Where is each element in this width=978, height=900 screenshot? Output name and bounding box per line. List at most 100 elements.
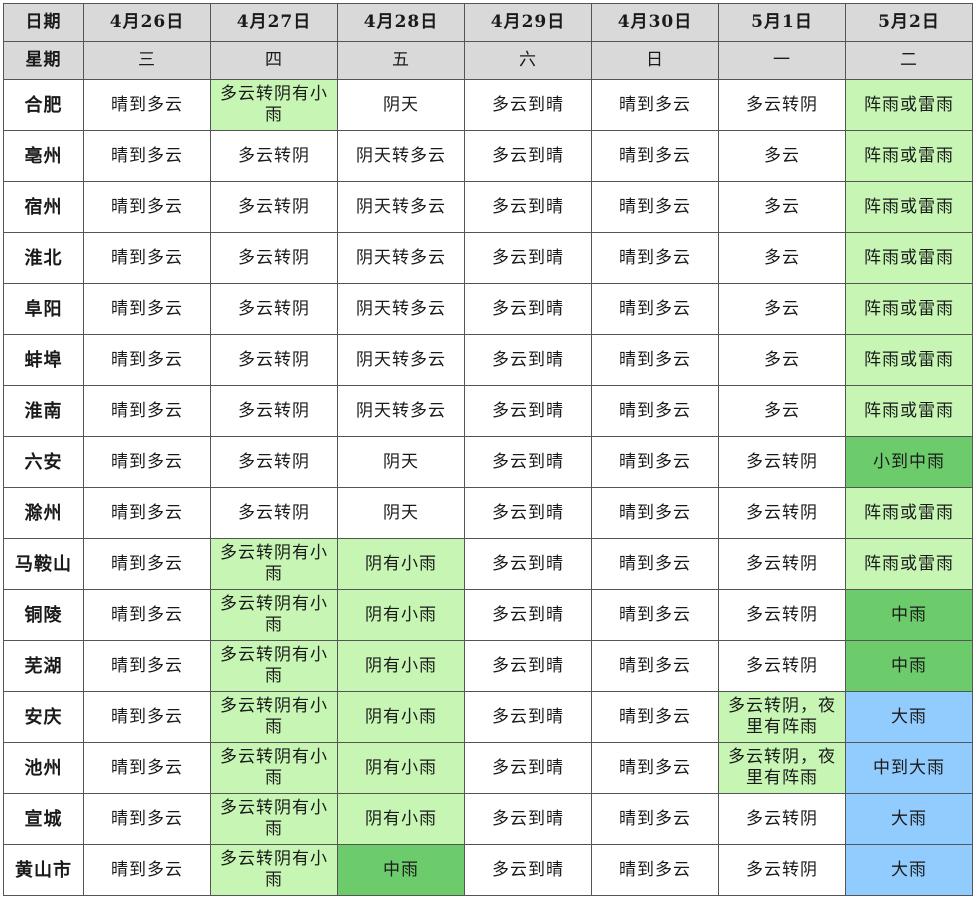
date-header-cell: 4月28日 bbox=[337, 3, 465, 42]
forecast-cell: 晴到多云 bbox=[591, 844, 719, 896]
forecast-cell: 多云转阴 bbox=[210, 436, 338, 488]
forecast-cell: 阴有小雨 bbox=[337, 589, 465, 641]
forecast-cell: 多云到晴 bbox=[464, 436, 592, 488]
city-name: 阜阳 bbox=[3, 283, 84, 335]
forecast-cell: 阴天 bbox=[337, 79, 465, 131]
forecast-cell: 晴到多云 bbox=[83, 793, 211, 845]
forecast-cell: 阵雨或雷雨 bbox=[845, 334, 973, 386]
forecast-cell: 晴到多云 bbox=[591, 742, 719, 794]
forecast-cell: 晴到多云 bbox=[591, 181, 719, 233]
forecast-cell: 阵雨或雷雨 bbox=[845, 232, 973, 284]
forecast-cell: 晴到多云 bbox=[591, 793, 719, 845]
forecast-cell: 晴到多云 bbox=[83, 487, 211, 539]
forecast-cell: 晴到多云 bbox=[83, 334, 211, 386]
forecast-cell: 多云转阴，夜里有阵雨 bbox=[718, 742, 846, 794]
forecast-cell: 大雨 bbox=[845, 793, 973, 845]
city-row: 宣城 晴到多云 多云转阴有小雨 阴有小雨 多云到晴 晴到多云 多云转阴 大雨 bbox=[3, 793, 973, 845]
weekday-header-cell: 三 bbox=[83, 41, 211, 80]
date-row-label: 日期 bbox=[3, 3, 84, 42]
forecast-cell: 晴到多云 bbox=[83, 79, 211, 131]
forecast-cell: 小到中雨 bbox=[845, 436, 973, 488]
weekday-row-label: 星期 bbox=[3, 41, 84, 80]
forecast-cell: 多云转阴 bbox=[718, 589, 846, 641]
city-name: 蚌埠 bbox=[3, 334, 84, 386]
forecast-cell: 晴到多云 bbox=[83, 181, 211, 233]
city-row: 合肥 晴到多云 多云转阴有小雨 阴天 多云到晴 晴到多云 多云转阴 阵雨或雷雨 bbox=[3, 79, 973, 131]
city-name: 马鞍山 bbox=[3, 538, 84, 590]
forecast-cell: 晴到多云 bbox=[83, 589, 211, 641]
forecast-cell: 大雨 bbox=[845, 844, 973, 896]
forecast-cell: 晴到多云 bbox=[83, 130, 211, 182]
city-name: 池州 bbox=[3, 742, 84, 794]
city-row: 马鞍山 晴到多云 多云转阴有小雨 阴有小雨 多云到晴 晴到多云 多云转阴 阵雨或雷雨 bbox=[3, 538, 973, 590]
forecast-cell: 多云转阴 bbox=[210, 385, 338, 437]
forecast-cell: 多云转阴 bbox=[718, 436, 846, 488]
forecast-cell: 多云 bbox=[718, 334, 846, 386]
weekday-header-cell: 五 bbox=[337, 41, 465, 80]
date-header-cell: 5月1日 bbox=[718, 3, 846, 42]
weather-forecast-table: 日期 4月26日 4月27日 4月28日 4月29日 4月30日 5月1日 5月… bbox=[3, 3, 973, 896]
forecast-cell: 大雨 bbox=[845, 691, 973, 743]
forecast-cell: 中雨 bbox=[845, 589, 973, 641]
forecast-cell: 晴到多云 bbox=[83, 232, 211, 284]
forecast-cell: 阴天转多云 bbox=[337, 181, 465, 233]
forecast-cell: 晴到多云 bbox=[83, 538, 211, 590]
forecast-cell: 多云到晴 bbox=[464, 742, 592, 794]
weekday-header-cell: 二 bbox=[845, 41, 973, 80]
forecast-cell: 多云转阴 bbox=[718, 487, 846, 539]
city-row: 宿州 晴到多云 多云转阴 阴天转多云 多云到晴 晴到多云 多云 阵雨或雷雨 bbox=[3, 181, 973, 233]
forecast-cell: 晴到多云 bbox=[591, 283, 719, 335]
forecast-table-body: 日期 4月26日 4月27日 4月28日 4月29日 4月30日 5月1日 5月… bbox=[3, 3, 973, 896]
forecast-cell: 多云转阴 bbox=[210, 283, 338, 335]
city-row: 阜阳 晴到多云 多云转阴 阴天转多云 多云到晴 晴到多云 多云 阵雨或雷雨 bbox=[3, 283, 973, 335]
city-row: 六安 晴到多云 多云转阴 阴天 多云到晴 晴到多云 多云转阴 小到中雨 bbox=[3, 436, 973, 488]
weekday-header-cell: 四 bbox=[210, 41, 338, 80]
forecast-cell: 晴到多云 bbox=[83, 844, 211, 896]
city-name: 铜陵 bbox=[3, 589, 84, 641]
forecast-cell: 多云到晴 bbox=[464, 589, 592, 641]
forecast-cell: 中雨 bbox=[337, 844, 465, 896]
date-header-cell: 4月29日 bbox=[464, 3, 592, 42]
forecast-cell: 阴天转多云 bbox=[337, 283, 465, 335]
forecast-cell: 多云转阴有小雨 bbox=[210, 742, 338, 794]
forecast-cell: 多云转阴有小雨 bbox=[210, 589, 338, 641]
forecast-cell: 阴天 bbox=[337, 487, 465, 539]
forecast-cell: 多云转阴，夜里有阵雨 bbox=[718, 691, 846, 743]
city-name: 六安 bbox=[3, 436, 84, 488]
city-name: 亳州 bbox=[3, 130, 84, 182]
city-name: 安庆 bbox=[3, 691, 84, 743]
forecast-cell: 多云转阴 bbox=[718, 640, 846, 692]
forecast-cell: 多云转阴有小雨 bbox=[210, 538, 338, 590]
forecast-cell: 多云到晴 bbox=[464, 691, 592, 743]
forecast-cell: 阵雨或雷雨 bbox=[845, 79, 973, 131]
forecast-cell: 多云转阴 bbox=[718, 79, 846, 131]
forecast-cell: 多云转阴有小雨 bbox=[210, 640, 338, 692]
forecast-cell: 多云到晴 bbox=[464, 538, 592, 590]
city-name: 宣城 bbox=[3, 793, 84, 845]
forecast-cell: 多云 bbox=[718, 385, 846, 437]
forecast-cell: 阴有小雨 bbox=[337, 742, 465, 794]
city-name: 黄山市 bbox=[3, 844, 84, 896]
city-name: 淮南 bbox=[3, 385, 84, 437]
city-name: 合肥 bbox=[3, 79, 84, 131]
city-row: 黄山市 晴到多云 多云转阴有小雨 中雨 多云到晴 晴到多云 多云转阴 大雨 bbox=[3, 844, 973, 896]
forecast-cell: 多云转阴 bbox=[210, 487, 338, 539]
forecast-cell: 晴到多云 bbox=[83, 691, 211, 743]
forecast-cell: 多云到晴 bbox=[464, 640, 592, 692]
forecast-cell: 阵雨或雷雨 bbox=[845, 385, 973, 437]
date-header-cell: 4月27日 bbox=[210, 3, 338, 42]
forecast-cell: 阴天转多云 bbox=[337, 130, 465, 182]
forecast-cell: 阴天转多云 bbox=[337, 385, 465, 437]
weekday-header-cell: 一 bbox=[718, 41, 846, 80]
forecast-cell: 多云转阴 bbox=[718, 793, 846, 845]
forecast-cell: 多云到晴 bbox=[464, 793, 592, 845]
forecast-cell: 阴天 bbox=[337, 436, 465, 488]
forecast-cell: 多云转阴有小雨 bbox=[210, 793, 338, 845]
forecast-cell: 多云 bbox=[718, 232, 846, 284]
forecast-cell: 晴到多云 bbox=[83, 385, 211, 437]
city-name: 淮北 bbox=[3, 232, 84, 284]
forecast-cell: 多云转阴有小雨 bbox=[210, 691, 338, 743]
forecast-cell: 中到大雨 bbox=[845, 742, 973, 794]
forecast-cell: 多云到晴 bbox=[464, 79, 592, 131]
city-name: 滁州 bbox=[3, 487, 84, 539]
